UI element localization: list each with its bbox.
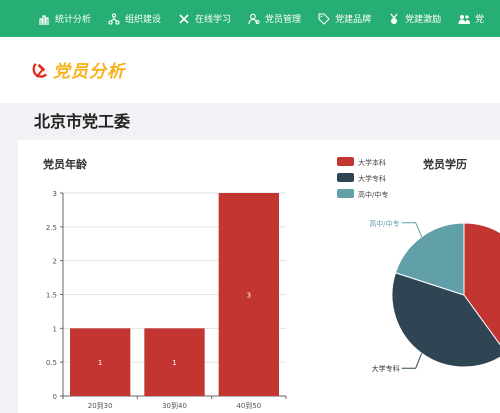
charts-panel: 党员年龄 党员学历 0 0.5 1 1.5 2 2.5 3 1 20到30 1 30到40 3 40到5…: [18, 140, 500, 413]
x-tick-label: 30到40: [162, 402, 187, 410]
legend-swatch: [337, 173, 354, 182]
legend-swatch: [337, 189, 354, 198]
legend-label: 高中/中专: [358, 190, 388, 199]
nav-item-organization[interactable]: 组织建设: [108, 0, 161, 37]
nav-item-member-management[interactable]: 党员管理: [248, 0, 301, 37]
y-tick-label: 1: [53, 325, 57, 333]
slice-label: 高中/中专: [369, 219, 399, 228]
legend-label: 大学本科: [358, 158, 386, 167]
page-header: 党员分析: [0, 37, 500, 103]
top-nav-bar: 统计分析 组织建设 在线学习 党员管理 党建品牌 党建激励 党: [0, 0, 500, 37]
bar-chart-icon: [39, 14, 49, 25]
nav-item-label: 党建品牌: [335, 15, 372, 25]
group-icon: [458, 14, 471, 24]
y-tick-label: 2: [53, 258, 57, 266]
slice-leader-line: [401, 222, 423, 237]
member-icon: [248, 13, 260, 24]
org-tree-icon: [108, 12, 120, 25]
nav-item-online-learning[interactable]: 在线学习: [178, 0, 231, 37]
nav-item-label: 统计分析: [55, 15, 92, 25]
medal-icon: [390, 13, 398, 24]
legend-swatch: [337, 157, 354, 166]
nav-item-party-incentive[interactable]: 党建激励: [388, 0, 441, 37]
nav-item-label: 组织建设: [125, 15, 162, 25]
nav-item-party-brand[interactable]: 党建品牌: [318, 0, 371, 37]
party-emblem-icon: [32, 63, 48, 78]
learning-icon: [179, 13, 189, 24]
tag-icon: [318, 12, 330, 25]
bar-data-label: 1: [98, 359, 102, 367]
education-pie-chart: 大学本科大学专科高中/中专高中/中专大学专科: [337, 157, 500, 373]
y-tick-label: 0.5: [46, 359, 57, 367]
bar-data-label: 3: [247, 292, 251, 300]
nav-item-label: 党建激励: [405, 15, 442, 25]
bar-data-label: 1: [172, 359, 176, 367]
y-tick-label: 1.5: [46, 292, 57, 300]
legend-label: 大学专科: [358, 174, 386, 183]
page-title: 党员分析: [53, 62, 125, 82]
y-tick-label: 0: [53, 393, 57, 401]
x-tick-label: 40到50: [236, 402, 261, 410]
nav-item-party-more[interactable]: 党: [458, 0, 484, 37]
nav-item-label: 党员管理: [265, 15, 302, 25]
age-bar-chart: 0 0.5 1 1.5 2 2.5 3 1 20到30 1 30到40 3 40到50: [46, 190, 287, 410]
organization-title: 北京市党工委: [34, 112, 131, 131]
x-tick-label: 20到30: [88, 402, 113, 410]
nav-item-label: 党: [475, 15, 485, 25]
y-tick-label: 2.5: [46, 224, 57, 232]
slice-leader-line: [401, 353, 423, 369]
nav-item-statistics[interactable]: 统计分析: [38, 0, 91, 37]
nav-item-label: 在线学习: [195, 15, 232, 25]
slice-label: 大学专科: [372, 364, 400, 373]
y-tick-label: 3: [53, 190, 57, 198]
